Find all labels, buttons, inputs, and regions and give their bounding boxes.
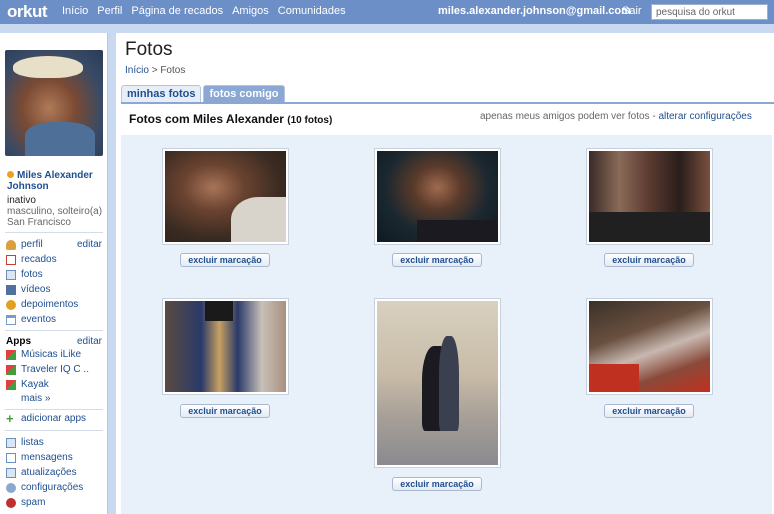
plus-icon: + [6,410,14,426]
add-apps-link[interactable]: + adicionar apps [6,411,106,426]
photo-thumbnail[interactable] [374,298,501,468]
photo-thumbnail[interactable] [162,298,289,395]
photo-tabs: minhas fotos fotos comigo [121,85,287,102]
remove-tag-button[interactable]: excluir marcação [604,404,694,418]
breadcrumb: Início > Fotos [125,65,185,76]
photo-grid: excluir marcação excluir marcação exclui… [121,135,772,514]
sidebar-item-spam[interactable]: spam [6,495,106,510]
remove-tag-button[interactable]: excluir marcação [180,253,270,267]
divider [5,232,103,233]
photo-thumbnail[interactable] [162,148,289,245]
photos-heading: Fotos com Miles Alexander (10 fotos) [129,112,333,126]
profile-city: San Francisco [7,217,71,228]
main-content: Fotos Início > Fotos minhas fotos fotos … [116,33,774,514]
page-title: Fotos [125,39,173,60]
app-item-ilike[interactable]: Músicas iLike [6,347,106,362]
sidebar-item-depoimentos[interactable]: depoimentos [6,297,106,312]
scrap-icon [6,254,16,265]
more-apps-link[interactable]: mais » [21,393,50,404]
photo-thumbnail[interactable] [586,148,713,245]
app-cube-icon [6,379,16,390]
orkut-logo[interactable]: orkut [7,2,48,22]
profile-icon [6,239,16,250]
tools-menu: listas mensagens atualizações configuraç… [6,435,106,510]
change-settings-link[interactable]: alterar configurações [658,111,751,122]
messages-icon [6,452,16,463]
app-cube-icon [6,349,16,360]
sidebar-item-fotos[interactable]: fotos [6,267,106,282]
photo-thumbnail[interactable] [374,148,501,245]
videos-icon [6,284,16,295]
sidebar-item-mensagens[interactable]: mensagens [6,450,106,465]
nav-amigos[interactable]: Amigos [232,5,269,17]
breadcrumb-sep: > [151,65,158,76]
app-item-kayak[interactable]: Kayak [6,377,106,392]
sidebar-item-videos[interactable]: vídeos [6,282,106,297]
apps-menu: Músicas iLike Traveler IQ C .. Kayak [6,347,106,392]
profile-name[interactable]: Miles Alexander Johnson [7,170,105,192]
divider [5,330,103,331]
tab-underline [121,102,774,104]
sidebar-item-configuracoes[interactable]: configurações [6,480,106,495]
logout-link[interactable]: Sair [622,5,642,17]
remove-tag-button[interactable]: excluir marcação [180,404,270,418]
edit-profile-link[interactable]: editar [77,239,102,250]
remove-tag-button[interactable]: excluir marcação [392,253,482,267]
avatar[interactable] [5,50,103,156]
profile-info: masculino, solteiro(a) [7,206,103,217]
remove-tag-button[interactable]: excluir marcação [392,477,482,491]
nav-comunidades[interactable]: Comunidades [278,5,346,17]
privacy-note: apenas meus amigos podem ver fotos - alt… [480,111,752,122]
nav-recados[interactable]: Página de recados [131,5,223,17]
testimonials-icon [6,299,16,310]
sidebar-item-recados[interactable]: recados [6,252,106,267]
lists-icon [6,437,16,448]
divider [5,430,103,431]
settings-icon [6,482,16,493]
sidebar-item-perfil[interactable]: perfil editar [6,237,106,252]
tab-minhas-fotos[interactable]: minhas fotos [121,85,202,102]
spam-icon [6,497,16,508]
photos-icon [6,269,16,280]
status-dot-icon [7,171,14,178]
sidebar-item-eventos[interactable]: eventos [6,312,106,327]
events-icon [6,314,16,325]
app-item-traveler[interactable]: Traveler IQ C .. [6,362,106,377]
add-apps-menu: + adicionar apps [6,411,106,426]
app-cube-icon [6,364,16,375]
photo-thumbnail[interactable] [586,298,713,395]
user-email: miles.alexander.johnson@gmail.com [438,5,631,17]
sidebar-item-atualizacoes[interactable]: atualizações [6,465,106,480]
left-sidebar: Miles Alexander Johnson inativo masculin… [0,33,108,514]
top-nav: Início Perfil Página de recados Amigos C… [62,5,355,17]
nav-perfil[interactable]: Perfil [97,5,122,17]
tab-fotos-comigo[interactable]: fotos comigo [203,85,285,102]
divider [5,409,103,410]
photo-count: (10 fotos) [287,115,333,126]
search-input[interactable] [651,4,768,20]
top-bar: orkut Início Perfil Página de recados Am… [0,0,774,24]
edit-apps-link[interactable]: editar [77,336,102,347]
profile-menu: perfil editar recados fotos vídeos depoi… [6,237,106,327]
remove-tag-button[interactable]: excluir marcação [604,253,694,267]
nav-inicio[interactable]: Início [62,5,88,17]
breadcrumb-current: Fotos [160,65,186,76]
breadcrumb-home[interactable]: Início [125,65,149,76]
updates-icon [6,467,16,478]
profile-status: inativo [7,195,36,206]
apps-title: Apps [6,336,31,347]
sidebar-item-listas[interactable]: listas [6,435,106,450]
